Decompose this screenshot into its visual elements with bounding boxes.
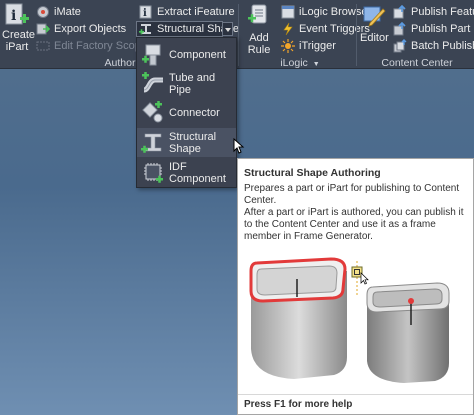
tooltip-description: Prepares a part or iPart for publishing … bbox=[244, 183, 460, 206]
create-ipart-label-2: iPart bbox=[5, 41, 29, 53]
ilogic-panel-label-text: iLogic bbox=[280, 57, 308, 69]
dropdown-item-tube-and-pipe[interactable]: Tube and Pipe bbox=[137, 69, 236, 98]
ilogic-browser-button[interactable]: iLogic Browser bbox=[281, 4, 371, 20]
create-ipart-icon: i bbox=[5, 3, 29, 25]
ilogic-browser-icon bbox=[281, 5, 295, 19]
tube-highlighted-illustration bbox=[249, 257, 347, 379]
itrigger-icon bbox=[281, 39, 295, 53]
tube-illustration bbox=[366, 282, 450, 383]
dropdown-item-label: Component bbox=[169, 48, 226, 61]
edit-factory-scope-icon bbox=[36, 41, 50, 51]
svg-text:i: i bbox=[143, 8, 147, 19]
tooltip-title: Structural Shape Authoring bbox=[244, 167, 381, 179]
tooltip-help-text: Press F1 for more help bbox=[244, 399, 353, 410]
publish-feature-label: Publish Feature bbox=[411, 6, 474, 18]
dropdown-item-connector[interactable]: Connector bbox=[137, 98, 236, 127]
component-icon bbox=[142, 44, 161, 65]
svg-text:i: i bbox=[11, 8, 16, 24]
publish-part-icon bbox=[393, 22, 406, 36]
dropdown-item-label: Tube and Pipe bbox=[169, 71, 216, 96]
export-objects-button[interactable]: Export Objects bbox=[36, 21, 126, 37]
dropdown-item-label: Structural Shape bbox=[169, 130, 217, 155]
connector-icon bbox=[142, 100, 163, 122]
publish-part-label: Publish Part bbox=[411, 23, 471, 35]
create-ipart-label-1: Create bbox=[2, 29, 36, 41]
dropdown-item-component[interactable]: Component bbox=[137, 40, 236, 69]
dropdown-item-label: IDF Component bbox=[169, 160, 226, 185]
extract-ifeature-icon: i bbox=[139, 5, 152, 19]
dropdown-item-idf-component[interactable]: IDF Component bbox=[137, 158, 236, 187]
editor-icon bbox=[363, 6, 386, 27]
dropdown-item-label: Connector bbox=[169, 106, 220, 119]
structural-shape-dropdown-menu: Component Tube and Pipe Connector Struct… bbox=[136, 37, 237, 188]
add-rule-button[interactable]: Add Rule bbox=[242, 3, 276, 56]
event-triggers-icon bbox=[283, 22, 293, 36]
edit-factory-scope-label: Edit Factory Scope bbox=[54, 40, 147, 52]
editor-label: Editor bbox=[360, 32, 389, 44]
imate-label: iMate bbox=[54, 6, 81, 18]
add-rule-label: Add Rule bbox=[247, 32, 271, 56]
structural-shape-dropdown-arrow[interactable] bbox=[222, 22, 233, 36]
mouse-cursor-icon bbox=[233, 138, 245, 154]
panel-separator bbox=[238, 4, 239, 66]
export-objects-label: Export Objects bbox=[54, 23, 127, 35]
content-center-panel-label: Content Center bbox=[381, 57, 453, 69]
create-ipart-button[interactable]: i Create iPart bbox=[2, 3, 36, 55]
structural-shape-icon bbox=[141, 133, 162, 153]
panel-separator bbox=[356, 4, 357, 66]
itrigger-button[interactable]: iTrigger bbox=[281, 38, 336, 54]
batch-publish-label: Batch Publish bbox=[411, 40, 474, 52]
structural-shape-icon bbox=[139, 24, 151, 35]
tooltip-illustration bbox=[249, 257, 450, 383]
export-objects-icon bbox=[36, 23, 50, 35]
publish-part-button[interactable]: Publish Part bbox=[393, 21, 470, 37]
batch-publish-button[interactable]: Batch Publish bbox=[393, 38, 474, 54]
ribbon: i Create iPart iMate Export Objects Edit… bbox=[0, 0, 474, 69]
add-rule-icon bbox=[248, 4, 267, 24]
batch-publish-icon bbox=[393, 39, 407, 53]
publish-feature-button[interactable]: Publish Feature bbox=[393, 4, 474, 20]
tube-and-pipe-icon bbox=[142, 71, 163, 92]
connector-point-icon bbox=[351, 261, 369, 297]
itrigger-label: iTrigger bbox=[299, 40, 336, 52]
imate-icon bbox=[37, 6, 49, 18]
extract-ifeature-label: Extract iFeature bbox=[157, 6, 235, 18]
tooltip: Structural Shape Authoring Prepares a pa… bbox=[237, 158, 474, 415]
publish-feature-icon bbox=[393, 5, 406, 19]
tooltip-footer: Press F1 for more help bbox=[238, 394, 473, 414]
idf-component-icon bbox=[144, 162, 163, 183]
ilogic-panel-label[interactable]: iLogic ▼ bbox=[250, 57, 350, 69]
dropdown-item-structural-shape[interactable]: Structural Shape bbox=[137, 128, 236, 157]
editor-button[interactable]: Editor bbox=[360, 3, 389, 44]
tooltip-detail: After a part or iPart is authored, you c… bbox=[244, 207, 464, 242]
extract-ifeature-button[interactable]: i Extract iFeature bbox=[139, 4, 235, 20]
imate-button[interactable]: iMate bbox=[36, 4, 81, 20]
chevron-down-icon: ▼ bbox=[312, 61, 320, 68]
